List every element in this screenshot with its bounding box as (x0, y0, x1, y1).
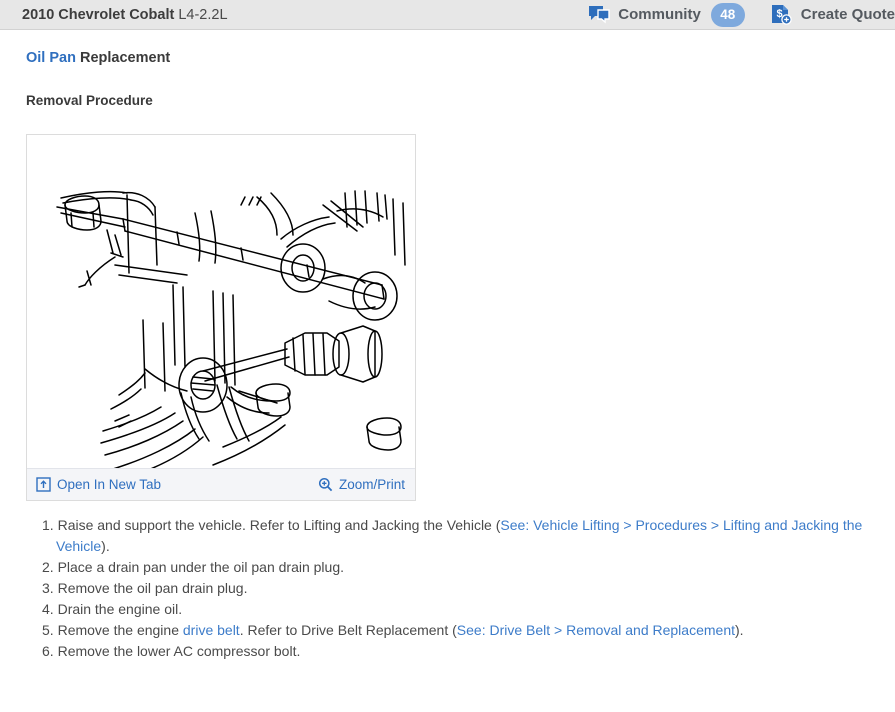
step-text: Remove the oil pan drain plug. (53, 580, 248, 596)
step-text: ). (101, 538, 110, 554)
zoom-print-label: Zoom/Print (338, 477, 405, 492)
open-in-new-tab-icon (36, 477, 51, 492)
step-text: ). (735, 622, 744, 638)
figure-toolbar: Open In New Tab Zoom/Print (27, 468, 415, 500)
step-text: Remove the engine (53, 622, 183, 638)
procedure-step: 5. Remove the engine drive belt. Refer t… (42, 620, 869, 641)
step-reference-link[interactable]: See: Drive Belt > Removal and Replacemen… (457, 622, 735, 638)
procedure-step: 6. Remove the lower AC compressor bolt. (42, 641, 869, 662)
open-in-new-tab-button[interactable]: Open In New Tab (36, 477, 161, 492)
create-quote-button[interactable]: $ Create Quote (769, 3, 895, 27)
diagram-image[interactable] (27, 135, 415, 468)
community-label: Community (618, 6, 701, 23)
step-text: Raise and support the vehicle. Refer to … (53, 517, 501, 533)
chat-bubble-icon (588, 5, 610, 25)
main-content: Oil Pan Replacement Removal Procedure Op… (0, 50, 895, 662)
step-reference-link[interactable]: drive belt (183, 622, 240, 638)
step-number: 6. (42, 643, 54, 659)
magnifier-plus-icon (318, 477, 333, 492)
part-name-link[interactable]: Oil Pan (26, 50, 76, 66)
step-number: 1. (42, 517, 54, 533)
page-title: 2010 Chevrolet Cobalt L4-2.2L (22, 7, 228, 23)
procedure-step: 4. Drain the engine oil. (42, 599, 869, 620)
community-button[interactable]: Community 48 (588, 2, 745, 27)
procedure-step: 1. Raise and support the vehicle. Refer … (42, 515, 869, 557)
vehicle-model: 2010 Chevrolet Cobalt (22, 6, 175, 23)
open-in-new-tab-label: Open In New Tab (57, 477, 162, 492)
quote-document-icon: $ (769, 3, 793, 27)
community-count-badge: 48 (710, 2, 745, 27)
step-text: Drain the engine oil. (53, 601, 183, 617)
step-text: Remove the lower AC compressor bolt. (53, 643, 301, 659)
procedure-step: 3. Remove the oil pan drain plug. (42, 578, 869, 599)
step-number: 5. (42, 622, 54, 638)
create-quote-label: Create Quote (800, 6, 895, 23)
document-title: Oil Pan Replacement (26, 50, 869, 66)
diagram-figure: Open In New Tab Zoom/Print (26, 134, 416, 501)
step-number: 2. (42, 559, 54, 575)
step-number: 3. (42, 580, 54, 596)
procedure-step: 2. Place a drain pan under the oil pan d… (42, 557, 869, 578)
step-text: Place a drain pan under the oil pan drai… (53, 559, 345, 575)
section-title: Removal Procedure (26, 93, 153, 108)
step-number: 4. (42, 601, 54, 617)
vehicle-engine: L4-2.2L (174, 6, 228, 23)
zoom-print-button[interactable]: Zoom/Print (318, 477, 405, 492)
app-header: 2010 Chevrolet Cobalt L4-2.2L Community … (0, 0, 895, 30)
procedure-steps: 1. Raise and support the vehicle. Refer … (26, 515, 869, 662)
document-title-suffix: Replacement (75, 50, 171, 66)
header-actions: Community 48 $ Create Quote (588, 2, 895, 27)
step-text: . Refer to Drive Belt Replacement ( (239, 622, 457, 638)
